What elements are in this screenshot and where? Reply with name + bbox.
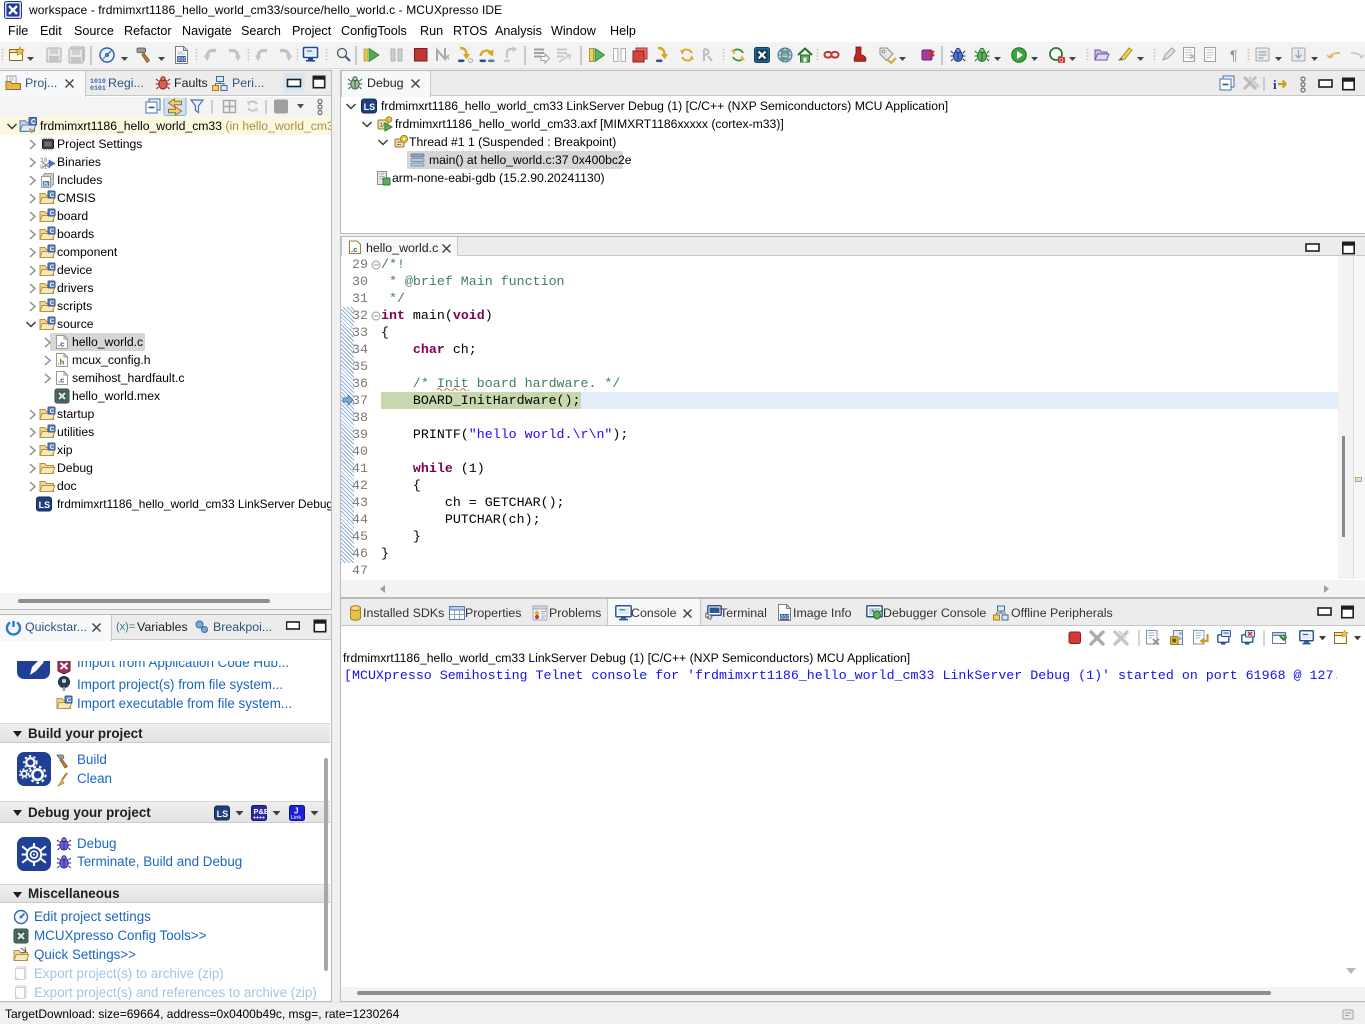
- svg-text:P&E: P&E: [254, 807, 268, 816]
- svg-text:010: 010: [781, 615, 790, 621]
- svg-text:C: C: [31, 119, 36, 126]
- svg-text:0101: 0101: [90, 85, 106, 92]
- svg-text:¶: ¶: [1230, 47, 1238, 63]
- svg-text:i: i: [1273, 77, 1277, 92]
- svg-text:1010: 1010: [90, 78, 106, 85]
- svg-text:010: 010: [178, 57, 187, 63]
- svg-text:.c: .c: [351, 245, 357, 254]
- svg-text:Q: Q: [1059, 58, 1064, 64]
- svg-text:Link: Link: [291, 815, 301, 821]
